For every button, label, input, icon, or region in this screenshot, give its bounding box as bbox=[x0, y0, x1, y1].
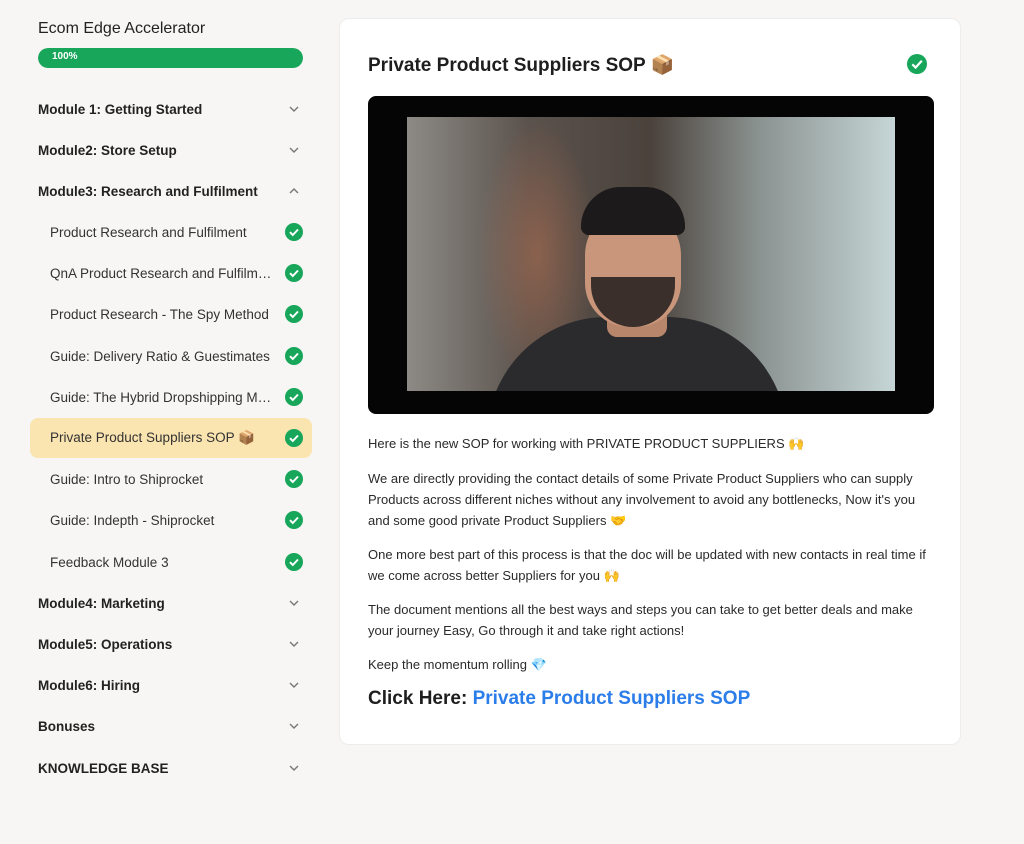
video-player[interactable] bbox=[368, 96, 934, 414]
lesson-label: QnA Product Research and Fulfilment bbox=[50, 265, 277, 281]
module-label: Module 1: Getting Started bbox=[38, 101, 203, 117]
module-label: Module3: Research and Fulfilment bbox=[38, 183, 258, 199]
cta-line: Click Here: Private Product Suppliers SO… bbox=[368, 688, 750, 710]
lesson-paragraph: We are directly providing the contact de… bbox=[368, 471, 916, 528]
sop-doc-link[interactable]: Private Product Suppliers SOP bbox=[473, 688, 751, 709]
module-marketing[interactable]: Module4: Marketing bbox=[30, 583, 312, 623]
lesson-item[interactable]: Guide: Indepth - Shiprocket bbox=[30, 500, 312, 540]
module-label: Module2: Store Setup bbox=[38, 142, 177, 158]
module-store-setup[interactable]: Module2: Store Setup bbox=[30, 130, 312, 170]
lesson-label: Product Research - The Spy Method bbox=[50, 306, 269, 322]
lesson-item[interactable]: Guide: The Hybrid Dropshipping Model bbox=[30, 377, 312, 417]
module-operations[interactable]: Module5: Operations bbox=[30, 624, 312, 664]
check-circle-icon bbox=[285, 511, 303, 529]
lesson-paragraph: Keep the momentum rolling 💎 bbox=[368, 657, 547, 672]
chevron-down-icon bbox=[280, 720, 308, 732]
progress-label: 100% bbox=[52, 51, 78, 62]
module-knowledge-base[interactable]: KNOWLEDGE BASE bbox=[30, 748, 312, 788]
chevron-down-icon bbox=[280, 762, 308, 774]
lesson-label: Feedback Module 3 bbox=[50, 554, 169, 570]
chevron-down-icon bbox=[280, 103, 308, 115]
lesson-paragraph: One more best part of this process is th… bbox=[368, 547, 926, 583]
lesson-title: Private Product Suppliers SOP 📦 bbox=[368, 55, 675, 76]
check-circle-icon bbox=[285, 347, 303, 365]
lesson-label: Guide: The Hybrid Dropshipping Model bbox=[50, 389, 284, 405]
module-hiring[interactable]: Module6: Hiring bbox=[30, 665, 312, 705]
check-circle-icon bbox=[285, 388, 303, 406]
module-label: KNOWLEDGE BASE bbox=[38, 760, 169, 776]
lesson-label: Private Product Suppliers SOP 📦 bbox=[50, 430, 255, 445]
module-research-fulfilment[interactable]: Module3: Research and Fulfilment bbox=[30, 171, 312, 211]
module-bonuses[interactable]: Bonuses bbox=[30, 706, 312, 746]
lesson-item-active[interactable]: Private Product Suppliers SOP 📦 bbox=[30, 418, 312, 458]
cta-prefix: Click Here: bbox=[368, 688, 468, 709]
chevron-up-icon bbox=[280, 185, 308, 197]
course-sidebar: Ecom Edge Accelerator 100% Module 1: Get… bbox=[0, 0, 322, 844]
module-label: Bonuses bbox=[38, 718, 96, 734]
lesson-item[interactable]: Product Research and Fulfilment bbox=[30, 212, 312, 252]
check-circle-icon[interactable] bbox=[906, 53, 928, 75]
course-progress-bar: 100% bbox=[38, 48, 303, 68]
lesson-label: Guide: Indepth - Shiprocket bbox=[50, 512, 215, 528]
lesson-item[interactable]: QnA Product Research and Fulfilment bbox=[30, 253, 312, 293]
module-getting-started[interactable]: Module 1: Getting Started bbox=[30, 89, 312, 129]
course-title: Ecom Edge Accelerator bbox=[38, 20, 206, 37]
lesson-paragraph: Here is the new SOP for working with PRI… bbox=[368, 436, 805, 451]
lesson-label: Product Research and Fulfilment bbox=[50, 224, 247, 240]
chevron-down-icon bbox=[280, 144, 308, 156]
video-frame bbox=[407, 117, 895, 391]
lesson-item[interactable]: Product Research - The Spy Method bbox=[30, 294, 312, 334]
check-circle-icon bbox=[285, 429, 303, 447]
lesson-item[interactable]: Guide: Intro to Shiprocket bbox=[30, 459, 312, 499]
lesson-item[interactable]: Feedback Module 3 bbox=[30, 542, 312, 582]
lesson-card: Private Product Suppliers SOP 📦 Here is … bbox=[339, 18, 961, 745]
check-circle-icon bbox=[285, 305, 303, 323]
chevron-down-icon bbox=[280, 638, 308, 650]
chevron-down-icon bbox=[280, 679, 308, 691]
module-label: Module4: Marketing bbox=[38, 595, 165, 611]
lesson-paragraph: The document mentions all the best ways … bbox=[368, 602, 913, 638]
check-circle-icon bbox=[285, 264, 303, 282]
check-circle-icon bbox=[285, 223, 303, 241]
check-circle-icon bbox=[285, 553, 303, 571]
lesson-item[interactable]: Guide: Delivery Ratio & Guestimates bbox=[30, 336, 312, 376]
lesson-label: Guide: Intro to Shiprocket bbox=[50, 471, 204, 487]
module-label: Module5: Operations bbox=[38, 636, 173, 652]
chevron-down-icon bbox=[280, 597, 308, 609]
lesson-label: Guide: Delivery Ratio & Guestimates bbox=[50, 348, 270, 364]
check-circle-icon bbox=[285, 470, 303, 488]
module-label: Module6: Hiring bbox=[38, 677, 140, 693]
